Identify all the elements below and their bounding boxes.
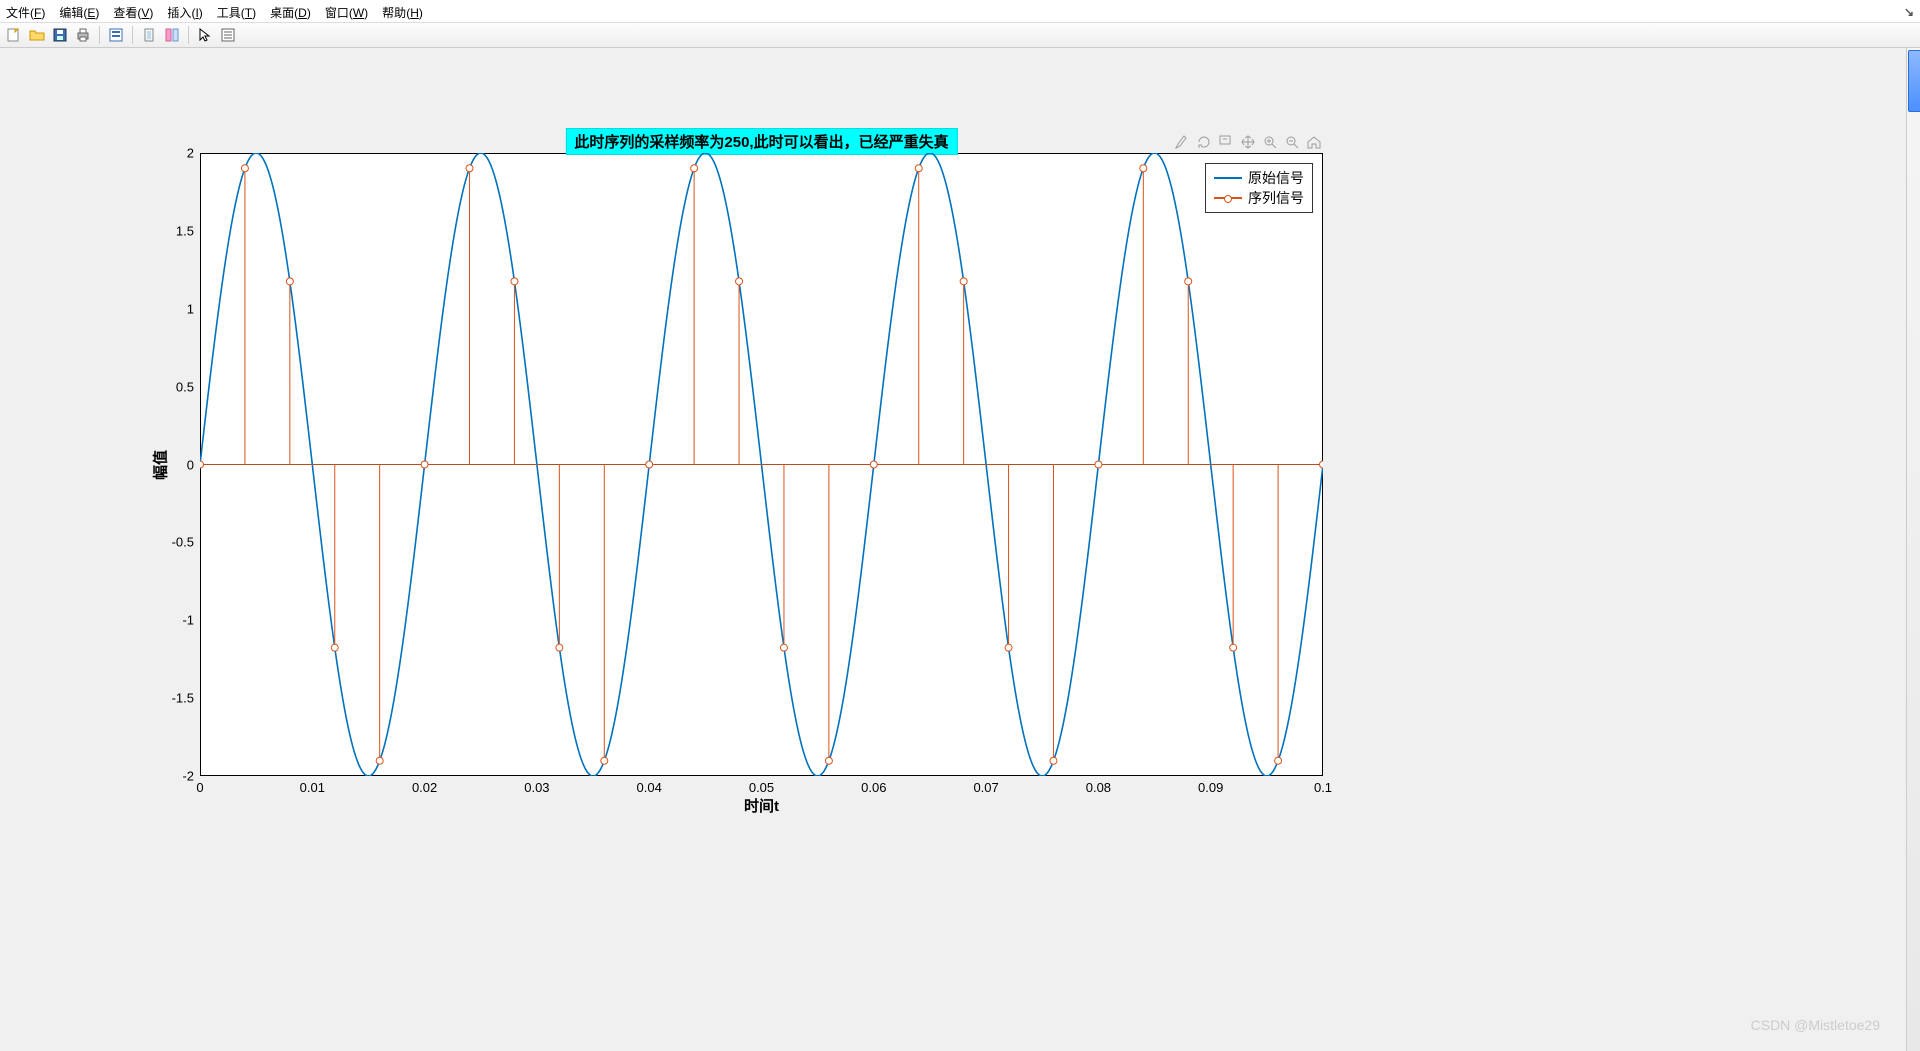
inspector-button[interactable] (218, 25, 238, 45)
zoom-out-icon[interactable] (1283, 133, 1301, 151)
menu-help[interactable]: 帮助(H) (382, 4, 423, 21)
x-tick-label: 0.02 (412, 780, 437, 795)
pointer-button[interactable] (195, 25, 215, 45)
plot-svg (200, 153, 1323, 776)
axes-toolbar (1173, 133, 1323, 151)
menu-view[interactable]: 查看(V) (113, 4, 153, 21)
y-tick-label: -1 (182, 613, 194, 628)
link-button[interactable] (139, 25, 159, 45)
toolbar-separator (188, 26, 189, 44)
new-figure-button[interactable] (4, 25, 24, 45)
x-tick-label: 0.09 (1198, 780, 1223, 795)
y-tick-label: -1.5 (172, 691, 194, 706)
x-tick-label: 0.05 (749, 780, 774, 795)
x-tick-label: 0.04 (637, 780, 662, 795)
legend-label-original: 原始信号 (1248, 168, 1304, 188)
print-button[interactable] (73, 25, 93, 45)
y-tick-label: -2 (182, 769, 194, 784)
toolbar (0, 22, 1920, 48)
legend-entry-sampled: 序列信号 (1214, 188, 1304, 208)
menu-file[interactable]: 文件(F) (6, 4, 45, 21)
y-axis-label: 幅值 (150, 449, 171, 479)
menu-edit[interactable]: 编辑(E) (59, 4, 99, 21)
pan-icon[interactable] (1239, 133, 1257, 151)
open-button[interactable] (27, 25, 47, 45)
menu-desktop[interactable]: 桌面(D) (270, 4, 311, 21)
figure-scrollbar[interactable] (1906, 48, 1920, 1051)
x-tick-label: 0.07 (973, 780, 998, 795)
y-tick-label: 2 (187, 146, 194, 161)
menu-insert[interactable]: 插入(I) (167, 4, 202, 21)
home-icon[interactable] (1305, 133, 1323, 151)
plot-title: 此时序列的采样频率为250,此时可以看出，已经严重失真 (565, 128, 957, 155)
x-tick-label: 0.1 (1314, 780, 1332, 795)
figure-canvas: 此时序列的采样频率为250,此时可以看出，已经严重失真 幅值 时间t -2 -1.… (0, 48, 1920, 1051)
dock-button[interactable] (162, 25, 182, 45)
watermark: CSDN @Mistletoe29 (1751, 1017, 1880, 1033)
legend-swatch-line-icon (1214, 177, 1242, 179)
menu-overflow-icon[interactable]: ↘ (1904, 5, 1914, 19)
x-tick-label: 0.08 (1086, 780, 1111, 795)
legend[interactable]: 原始信号 序列信号 (1205, 163, 1313, 213)
y-tick-label: 1 (187, 301, 194, 316)
brush-icon[interactable] (1173, 133, 1191, 151)
x-tick-label: 0 (196, 780, 203, 795)
toolbar-separator (132, 26, 133, 44)
x-tick-label: 0.06 (861, 780, 886, 795)
y-tick-label: 0 (187, 457, 194, 472)
save-button[interactable] (50, 25, 70, 45)
print-preview-button[interactable] (106, 25, 126, 45)
x-tick-label: 0.01 (300, 780, 325, 795)
menubar: 文件(F) 编辑(E) 查看(V) 插入(I) 工具(T) 桌面(D) 窗口(W… (0, 0, 1920, 22)
y-tick-label: -0.5 (172, 535, 194, 550)
legend-entry-original: 原始信号 (1214, 168, 1304, 188)
datatip-icon[interactable] (1217, 133, 1235, 151)
legend-swatch-stem-icon (1214, 197, 1242, 199)
x-axis-label: 时间t (744, 795, 779, 816)
y-tick-label: 0.5 (176, 379, 194, 394)
legend-label-sampled: 序列信号 (1248, 188, 1304, 208)
rotate-icon[interactable] (1195, 133, 1213, 151)
menu-window[interactable]: 窗口(W) (325, 4, 368, 21)
zoom-in-icon[interactable] (1261, 133, 1279, 151)
x-tick-label: 0.03 (524, 780, 549, 795)
y-tick-label: 1.5 (176, 223, 194, 238)
axes[interactable]: 此时序列的采样频率为250,此时可以看出，已经严重失真 幅值 时间t -2-1.… (200, 153, 1323, 776)
menu-tools[interactable]: 工具(T) (217, 4, 256, 21)
toolbar-separator (99, 26, 100, 44)
